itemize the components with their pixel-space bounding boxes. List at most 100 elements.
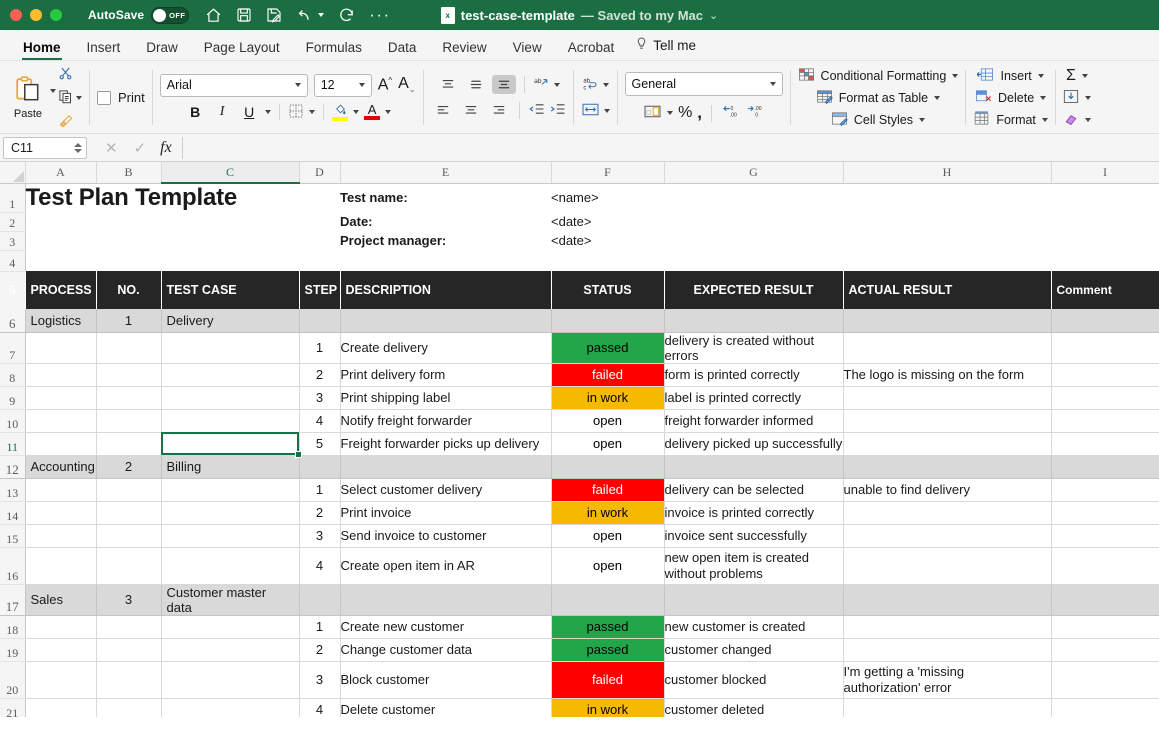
table-row[interactable]: 19 2 Change customer data passed custome… [0,638,1159,661]
column-header-b[interactable]: B [96,162,161,183]
cell-process[interactable] [25,478,96,501]
meta-label-date[interactable]: Date: [340,212,551,231]
tab-data[interactable]: Data [375,41,430,61]
cell-step[interactable]: 4 [299,409,340,432]
decrease-indent-button[interactable] [528,102,545,119]
cell-status[interactable] [551,584,664,615]
home-icon[interactable] [205,7,222,24]
cell-expected[interactable] [664,309,843,332]
accounting-format-button[interactable]: □ [643,104,662,122]
cell-process[interactable] [25,524,96,547]
cell-description[interactable] [340,309,551,332]
cell-test-case[interactable] [161,501,299,524]
borders-button[interactable] [288,103,304,122]
cell-expected[interactable]: freight forwarder informed [664,409,843,432]
cell-description[interactable]: Block customer [340,661,551,698]
cell-actual[interactable]: The logo is missing on the form [843,363,1051,386]
more-options-icon[interactable]: ··· [369,10,390,20]
column-header-d[interactable]: D [299,162,340,183]
cell-actual[interactable] [843,638,1051,661]
row-header-8[interactable]: 8 [0,363,25,386]
format-painter-icon[interactable] [58,112,74,130]
spinner-up-icon[interactable] [74,143,82,147]
cell-test-case[interactable] [161,386,299,409]
col-header-status[interactable]: STATUS [551,271,664,309]
cell-expected[interactable]: customer blocked [664,661,843,698]
ribbon-tabs[interactable]: Home Insert Draw Page Layout Formulas Da… [0,30,1159,61]
cell-process[interactable] [25,332,96,363]
cell-step[interactable]: 3 [299,661,340,698]
cell-test-case[interactable] [161,661,299,698]
spinner-down-icon[interactable] [74,149,82,153]
col-header-comment[interactable]: Comment [1051,271,1159,309]
copy-icon[interactable] [58,89,73,107]
increase-font-size-button[interactable]: A^ [378,76,392,94]
cell-description[interactable]: Create open item in AR [340,547,551,584]
group-row[interactable]: 6 Logistics 1 Delivery [0,309,1159,332]
table-row[interactable]: 20 3 Block customer failed customer bloc… [0,661,1159,698]
cell-comment[interactable] [1051,478,1159,501]
cell-actual[interactable] [843,332,1051,363]
function-icon[interactable]: fx [160,139,172,157]
cell-step[interactable]: 1 [299,332,340,363]
empty-cell[interactable] [1051,212,1159,231]
cell-actual[interactable] [843,432,1051,455]
format-painter-button[interactable] [58,112,82,130]
cell-status[interactable]: failed [551,661,664,698]
autosum-button[interactable]: Σ [1066,67,1088,85]
cell-process[interactable]: Logistics [25,309,96,332]
increase-decimal-button[interactable]: 0.00 [721,104,740,122]
spreadsheet-grid[interactable]: A B C D E F G H I 1 Test Plan Template T… [0,162,1159,717]
cell-test-case[interactable] [161,524,299,547]
cell-description[interactable]: Create new customer [340,615,551,638]
tab-review[interactable]: Review [429,41,499,61]
cell-actual[interactable] [843,409,1051,432]
row-header-11[interactable]: 11 [0,432,25,455]
cell-expected[interactable] [664,455,843,478]
table-row[interactable]: 1 Test Plan Template Test name: <name> [0,183,1159,212]
table-row[interactable]: 16 4 Create open item in AR open new ope… [0,547,1159,584]
cell-step[interactable]: 5 [299,432,340,455]
cell-no[interactable]: 2 [96,455,161,478]
quick-access-toolbar[interactable]: ··· [205,7,390,24]
comma-format-button[interactable]: , [697,103,702,123]
maximize-window-button[interactable] [50,9,62,21]
bold-button[interactable]: B [184,104,206,120]
merge-cells-button[interactable] [581,102,600,120]
cell-process[interactable] [25,363,96,386]
cell-no[interactable]: 1 [96,309,161,332]
tab-acrobat[interactable]: Acrobat [555,41,628,61]
underline-button[interactable]: U [238,104,260,120]
row-header-20[interactable]: 20 [0,661,25,698]
chevron-down-icon[interactable] [1085,96,1091,100]
cell-no[interactable] [96,478,161,501]
col-header-step[interactable]: STEP [299,271,340,309]
table-row[interactable]: 10 4 Notify freight forwarder open freig… [0,409,1159,432]
autosave-toggle[interactable]: OFF [151,7,189,24]
cell-no[interactable] [96,661,161,698]
cell-expected[interactable]: customer deleted [664,698,843,717]
name-box[interactable]: C11 [3,137,87,159]
cell-expected[interactable]: invoice is printed correctly [664,501,843,524]
chevron-down-icon[interactable] [76,96,82,100]
table-row[interactable]: 7 1 Create delivery passed delivery is c… [0,332,1159,363]
column-header-c[interactable]: C [161,162,299,183]
cell-test-case[interactable] [161,638,299,661]
table-row[interactable]: 21 4 Delete customer in work customer de… [0,698,1159,717]
cell-expected[interactable]: delivery is created without errors [664,332,843,363]
cell-test-case[interactable] [161,332,299,363]
col-header-process[interactable]: PROCESS [25,271,96,309]
cell-no[interactable] [96,363,161,386]
cell-process[interactable] [25,386,96,409]
meta-value-date[interactable]: <date> [551,212,843,231]
align-top-button[interactable] [436,75,460,94]
cell-description[interactable]: Print invoice [340,501,551,524]
wrap-text-button[interactable]: abc [581,76,599,95]
row-header-10[interactable]: 10 [0,409,25,432]
column-header-row[interactable]: A B C D E F G H I [0,162,1159,183]
empty-cell[interactable] [843,212,1051,231]
col-header-no[interactable]: NO. [96,271,161,309]
confirm-icon[interactable]: ✓ [134,139,147,157]
table-row[interactable]: 18 1 Create new customer passed new cust… [0,615,1159,638]
table-row[interactable]: 14 2 Print invoice in work invoice is pr… [0,501,1159,524]
